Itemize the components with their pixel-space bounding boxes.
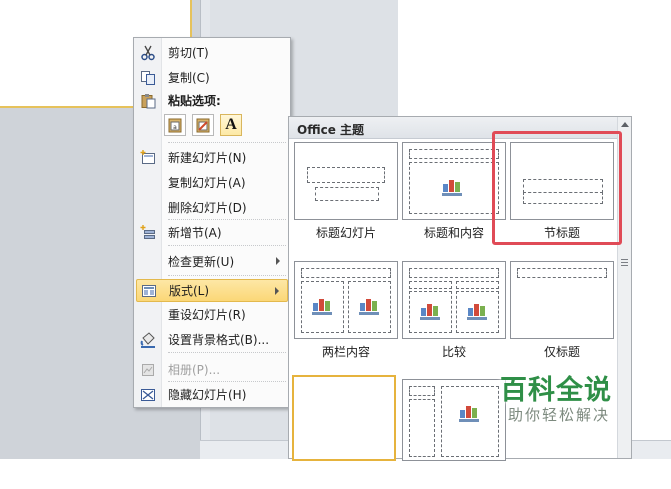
layout-thumbnail [294, 261, 398, 339]
content-placeholder-icon [310, 295, 334, 315]
paste-keep-format-icon [196, 118, 210, 133]
format-background-icon [136, 328, 160, 351]
watermark-title: 百科全说 [500, 375, 612, 406]
menu-item-new-slide[interactable]: 新建幻灯片(N) [136, 146, 288, 169]
layout-caption: 标题和内容 [423, 226, 484, 240]
copy-icon [136, 66, 160, 89]
layout-title-only[interactable]: 仅标题 [510, 261, 614, 371]
menu-item-label: 检查更新(U) [168, 255, 235, 269]
menu-item-label: 复制(C) [168, 71, 210, 85]
menu-item-reset-slide[interactable]: 重设幻灯片(R) [136, 303, 288, 326]
menu-separator [168, 352, 286, 353]
watermark: 百科全说 助你轻松解决 [470, 362, 640, 432]
layout-thumbnail [510, 261, 614, 339]
menu-item-layout[interactable]: 版式(L) [136, 279, 288, 302]
menu-item-label: 设置背景格式(B)... [168, 333, 270, 347]
menu-item-photo-album: 相册(P)... [136, 358, 288, 381]
menu-item-label: 隐藏幻灯片(H) [168, 388, 247, 402]
layout-thumbnail [402, 142, 506, 220]
layout-caption: 两栏内容 [321, 345, 370, 359]
menu-item-label: 复制幻灯片(A) [168, 176, 246, 190]
context-menu: 剪切(T) 复制(C) 粘贴选项: a A 新建幻灯片(N) 复制幻灯片(A) [133, 37, 291, 408]
hide-slide-icon [136, 383, 160, 406]
photo-album-icon [136, 358, 160, 381]
layout-two-content[interactable]: 两栏内容 [294, 261, 398, 371]
menu-item-paste-options: 粘贴选项: [136, 89, 288, 112]
menu-item-delete-slide[interactable]: 删除幻灯片(D) [136, 196, 288, 219]
menu-item-label: 剪切(T) [168, 46, 209, 60]
paste-keep-source-formatting-button[interactable] [192, 114, 214, 136]
menu-item-label: 删除幻灯片(D) [168, 201, 247, 215]
menu-item-copy[interactable]: 复制(C) [136, 66, 288, 89]
paste-text-only-letter: A [225, 116, 237, 133]
menu-item-format-background[interactable]: 设置背景格式(B)... [136, 328, 288, 351]
layout-title-and-content[interactable]: 标题和内容 [402, 142, 506, 252]
layout-title-slide[interactable]: 标题幻灯片 [294, 142, 398, 252]
content-placeholder-icon [465, 300, 489, 320]
layout-thumbnail [292, 375, 396, 461]
paste-theme-icon: a [168, 118, 182, 133]
menu-item-hide-slide[interactable]: 隐藏幻灯片(H) [136, 383, 288, 406]
layout-blank[interactable] [292, 375, 396, 485]
menu-separator [168, 142, 286, 143]
layout-thumbnail [294, 142, 398, 220]
new-slide-icon [136, 146, 160, 169]
menu-item-duplicate-slide[interactable]: 复制幻灯片(A) [136, 171, 288, 194]
scroll-grip-icon[interactable] [621, 259, 628, 266]
menu-separator [168, 275, 286, 276]
menu-item-label: 新建幻灯片(N) [168, 151, 247, 165]
annotation-highlight-box [492, 131, 622, 245]
menu-item-label: 新增节(A) [168, 226, 222, 240]
submenu-arrow-icon [276, 257, 280, 265]
layout-comparison[interactable]: 比较 [402, 261, 506, 371]
menu-separator [168, 381, 286, 382]
submenu-arrow-icon [275, 287, 279, 295]
paste-text-only-button[interactable]: A [220, 114, 242, 136]
layout-icon [137, 279, 161, 302]
new-section-icon [136, 221, 160, 244]
menu-separator [168, 219, 286, 220]
menu-item-label: 重设幻灯片(R) [168, 308, 246, 322]
watermark-subtitle: 助你轻松解决 [508, 406, 611, 424]
menu-item-label: 版式(L) [169, 284, 210, 298]
menu-item-cut[interactable]: 剪切(T) [136, 41, 288, 64]
menu-item-label: 相册(P)... [168, 363, 221, 377]
menu-item-label: 粘贴选项: [168, 94, 221, 108]
content-placeholder-icon [440, 176, 464, 196]
layout-caption: 比较 [441, 345, 466, 359]
scissors-icon [136, 41, 160, 64]
content-placeholder-icon [357, 295, 381, 315]
clipboard-icon [136, 89, 160, 112]
scroll-up-arrow-icon[interactable] [621, 122, 629, 127]
layout-caption: 仅标题 [543, 345, 580, 359]
layout-thumbnail [402, 261, 506, 339]
menu-separator [168, 245, 286, 246]
menu-item-add-section[interactable]: 新增节(A) [136, 221, 288, 244]
paste-options-row: a A [164, 114, 242, 138]
menu-item-check-updates[interactable]: 检查更新(U) [136, 250, 288, 273]
content-placeholder-icon [418, 300, 442, 320]
layout-caption: 标题幻灯片 [315, 226, 376, 240]
paste-use-destination-theme-button[interactable]: a [164, 114, 186, 136]
svg-text:a: a [173, 124, 177, 131]
